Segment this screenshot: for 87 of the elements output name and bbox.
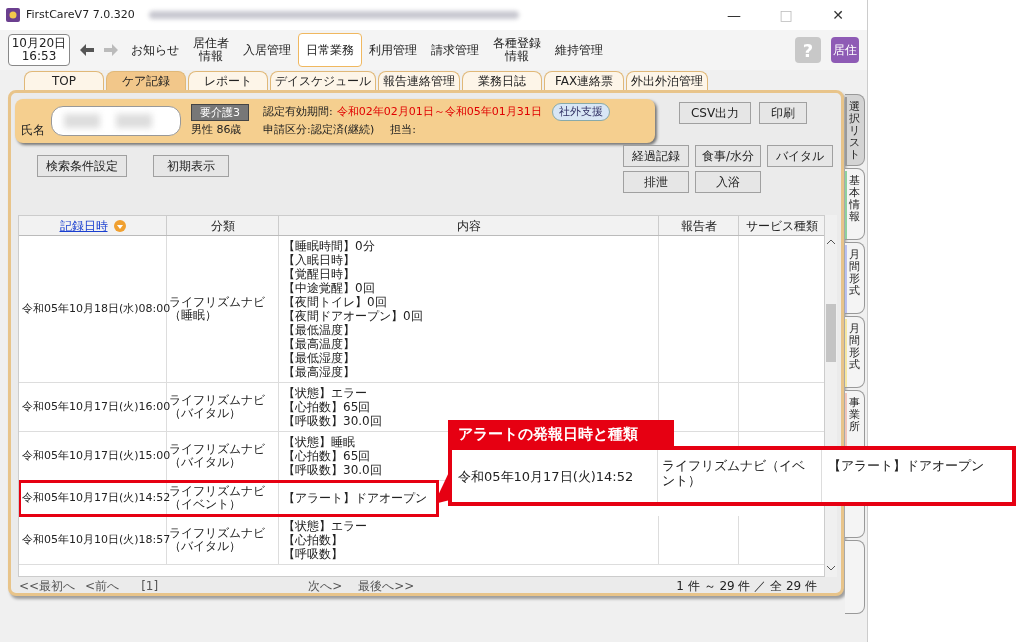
menu-item[interactable]: 各種登録 情報 [486, 33, 548, 67]
toolbar-button[interactable]: 初期表示 [153, 155, 229, 177]
date-cell: 令和05年10月17日(火)14:52 [22, 491, 171, 505]
toolbar-button[interactable]: 入浴 [695, 171, 761, 193]
toolbar-button[interactable]: 印刷 [759, 102, 807, 124]
toolbar-button[interactable]: バイタル [767, 145, 833, 167]
content-line: 【最低温度】 [283, 323, 355, 337]
first-page-link[interactable]: <<最初へ [19, 577, 76, 595]
content-line: 【状態】エラー [283, 519, 367, 533]
side-tab[interactable]: 月間形式 [845, 316, 865, 388]
prev-page-link[interactable]: <前へ [85, 577, 120, 595]
date-cell: 令和05年10月17日(火)15:00 [22, 449, 171, 463]
user-button[interactable]: 居住 [831, 37, 859, 63]
toolbar-button[interactable]: 検索条件設定 [37, 155, 127, 177]
menu-item[interactable]: 日常業務 [298, 33, 362, 67]
tab[interactable]: ケア記録 [106, 71, 186, 90]
content-line: 【中途覚醒】0回 [283, 281, 375, 295]
next-page-link[interactable]: 次へ> [308, 577, 343, 595]
category-cell-text: ライフリズムナビ（睡眠） [169, 296, 266, 322]
content-line: 【睡眠時間】0分 [283, 239, 375, 253]
side-tab[interactable]: 選択リスト [845, 94, 865, 166]
toolbar-button[interactable]: 排泄 [623, 171, 689, 193]
window-title: FirstCareV7 7.0.320 [26, 6, 135, 23]
clock-date: 10月20日 [11, 37, 67, 50]
tab[interactable]: 報告連絡管理 [378, 71, 460, 90]
content-line: 【最高温度】 [283, 337, 355, 351]
tab[interactable]: デイスケジュール [270, 71, 376, 90]
date-cell: 令和05年10月18日(水)08:00 [22, 302, 171, 316]
clock-time: 16:53 [21, 50, 57, 63]
toolbar-button[interactable]: CSV出力 [679, 102, 751, 124]
tab[interactable]: レポート [188, 71, 268, 90]
toolbar-button[interactable]: 食事/水分 [695, 145, 761, 167]
content-line: 【心拍数】65回 [283, 449, 371, 463]
name-label: 氏名 [21, 122, 45, 139]
record-count: 1 件 ～ 29 件 ／ 全 29 件 [676, 578, 817, 595]
menu-item[interactable]: お知らせ [124, 33, 186, 67]
category-cell-text: ライフリズムナビ（バイタル） [169, 394, 266, 420]
content-line: 【呼吸数】30.0回 [283, 414, 382, 428]
column-header: サービス種類 [746, 217, 818, 235]
staff-label: 担当: [390, 122, 416, 138]
content-line: 【心拍数】65回 [283, 400, 371, 414]
side-tab[interactable]: 月間形式 [845, 242, 865, 314]
date-cell: 令和05年10月10日(火)18:57 [22, 533, 171, 547]
menu-item[interactable]: 維持管理 [548, 33, 610, 67]
tab[interactable]: TOP [24, 71, 104, 90]
content-line: 【最低湿度】 [283, 351, 355, 365]
menu-item[interactable]: 居住者 情報 [186, 33, 236, 67]
status-badge: 社外支援 [551, 103, 610, 121]
content-line: 【状態】エラー [283, 386, 367, 400]
content-line: 【覚醒日時】 [283, 267, 355, 281]
category-cell-text: ライフリズムナビ（イベント） [169, 485, 266, 511]
content-line: 【呼吸数】 [283, 547, 343, 561]
period-value: 令和02年02月01日～令和05年01月31日 [336, 103, 542, 120]
last-page-link[interactable]: 最後へ>> [358, 577, 415, 595]
content-line: 【呼吸数】30.0回 [283, 463, 382, 477]
category-cell-text: ライフリズムナビ（バイタル） [169, 527, 266, 553]
tab[interactable]: 業務日誌 [462, 71, 542, 90]
tab[interactable]: 外出外泊管理 [626, 71, 708, 90]
column-header: 報告者 [680, 217, 717, 235]
callout-category: ライフリズムナビ（イベント） [662, 458, 805, 488]
sort-link[interactable]: 記録日時 [59, 216, 108, 235]
menu-item[interactable]: 利用管理 [362, 33, 424, 67]
care-level-badge: 要介護3 [191, 103, 249, 121]
category-cell-text: ライフリズムナビ（バイタル） [169, 443, 266, 469]
menu-item[interactable]: 請求管理 [424, 33, 486, 67]
content-line: 【夜間トイレ】0回 [283, 295, 387, 309]
column-header: 内容 [456, 217, 481, 235]
column-header: 分類 [210, 217, 235, 235]
menu-item[interactable]: 入居管理 [236, 33, 298, 67]
window-control[interactable]: ✕ [815, 0, 861, 30]
page-number: [1] [141, 578, 159, 595]
application-status: 申請区分:認定済(継続) [263, 122, 375, 138]
content-line: 【状態】睡眠 [283, 435, 355, 449]
toolbar-button[interactable]: 経過記録 [623, 145, 689, 167]
content-line: 【夜間ドアオープン】0回 [283, 309, 423, 323]
date-cell: 令和05年10月17日(火)16:00 [22, 400, 171, 414]
window-control[interactable]: — [711, 0, 757, 30]
tab[interactable]: FAX連絡票 [544, 71, 624, 90]
content-line: 【入眠日時】 [283, 253, 355, 267]
callout-date: 令和05年10月17日(火)14:52 [458, 468, 634, 484]
content-line: 【心拍数】 [283, 533, 343, 547]
side-tab[interactable]: 基本情報 [845, 168, 865, 240]
content-line: 【アラート】ドアオープン [283, 491, 427, 505]
callout-title-tooltip: アラートの発報日時と種類 [448, 420, 674, 448]
content-line: 【最高湿度】 [283, 365, 355, 379]
period-label: 認定有効期間: [263, 103, 333, 120]
sex-age: 男性 86歳 [191, 121, 242, 138]
